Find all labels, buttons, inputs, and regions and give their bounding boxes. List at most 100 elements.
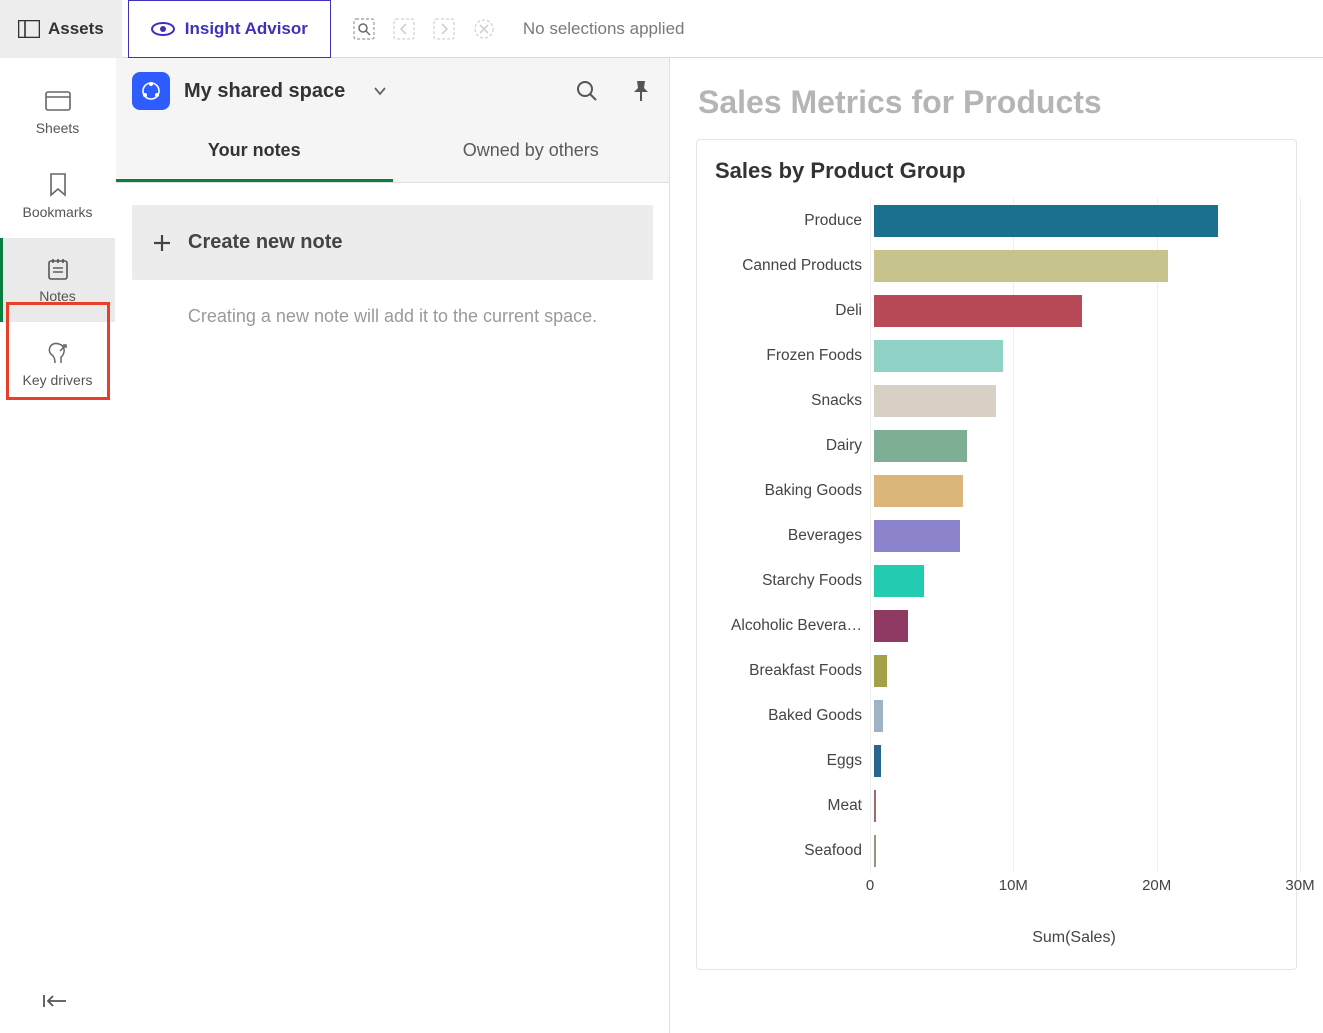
panel-body: Create new note Creating a new note will…	[116, 183, 669, 1033]
category-label: Dairy	[719, 437, 864, 455]
rail-item-label: Bookmarks	[22, 204, 92, 220]
x-axis-label: Sum(Sales)	[870, 929, 1278, 947]
bar[interactable]	[874, 430, 967, 462]
asset-rail: Sheets Bookmarks Notes Key drivers	[0, 58, 116, 1033]
category-label: Alcoholic Bevera…	[719, 617, 864, 635]
bar[interactable]	[874, 295, 1082, 327]
panel-header: My shared space	[116, 58, 669, 116]
bar-area	[874, 288, 1278, 333]
tab-your-notes[interactable]: Your notes	[116, 116, 393, 182]
x-tick: 0	[866, 877, 874, 894]
collapse-rail-button[interactable]	[40, 991, 68, 1011]
tab-owned-by-others[interactable]: Owned by others	[393, 116, 670, 182]
chevron-down-icon	[373, 86, 387, 96]
bar-area	[874, 243, 1278, 288]
bar[interactable]	[874, 565, 924, 597]
bar[interactable]	[874, 655, 887, 687]
bar[interactable]	[874, 205, 1218, 237]
rail-item-label: Key drivers	[22, 372, 92, 388]
bar-area	[874, 603, 1278, 648]
page-title: Sales Metrics for Products	[698, 84, 1297, 121]
no-selections-label: No selections applied	[523, 19, 685, 39]
bar[interactable]	[874, 790, 876, 822]
insight-advisor-button[interactable]: Insight Advisor	[128, 0, 331, 58]
x-tick: 30M	[1285, 877, 1314, 894]
bar[interactable]	[874, 520, 960, 552]
space-avatar	[132, 72, 170, 110]
bar[interactable]	[874, 250, 1168, 282]
insight-icon	[151, 20, 175, 38]
bar-area	[874, 198, 1278, 243]
rail-item-label: Notes	[39, 288, 76, 304]
bar-area	[874, 648, 1278, 693]
space-name: My shared space	[184, 80, 345, 103]
assets-button[interactable]: Assets	[0, 0, 122, 58]
bar-area	[874, 828, 1278, 873]
bar-area	[874, 693, 1278, 738]
bar[interactable]	[874, 745, 881, 777]
create-note-label: Create new note	[188, 231, 342, 254]
step-forward-icon	[433, 18, 455, 40]
chart-row: Baked Goods	[719, 693, 1278, 738]
bar-area	[874, 378, 1278, 423]
category-label: Baking Goods	[719, 482, 864, 500]
bar[interactable]	[874, 835, 876, 867]
category-label: Snacks	[719, 392, 864, 410]
bar-area	[874, 783, 1278, 828]
plus-icon	[152, 233, 172, 253]
panel-search-button[interactable]	[575, 79, 599, 103]
notes-panel: My shared space Your notes Owned by othe…	[116, 58, 670, 1033]
category-label: Breakfast Foods	[719, 662, 864, 680]
notes-icon	[45, 256, 71, 282]
bar[interactable]	[874, 700, 883, 732]
chart-row: Seafood	[719, 828, 1278, 873]
rail-item-label: Sheets	[36, 120, 80, 136]
top-toolbar: Assets Insight Advisor No selections app…	[0, 0, 1323, 58]
sheet-content: Sales Metrics for Products Sales by Prod…	[670, 58, 1323, 1033]
category-label: Produce	[719, 212, 864, 230]
smart-search-icon[interactable]	[353, 18, 375, 40]
selection-tools: No selections applied	[353, 18, 685, 40]
x-tick: 20M	[1142, 877, 1171, 894]
chart-row: Canned Products	[719, 243, 1278, 288]
panel-hint: Creating a new note will add it to the c…	[132, 306, 653, 327]
space-dropdown[interactable]	[373, 86, 387, 96]
clear-selections-icon	[473, 18, 495, 40]
chart-card[interactable]: Sales by Product Group Produce Canned Pro…	[696, 139, 1297, 970]
chart-row: Starchy Foods	[719, 558, 1278, 603]
category-label: Canned Products	[719, 257, 864, 275]
gridline	[1300, 198, 1301, 873]
panel-tabs: Your notes Owned by others	[116, 116, 669, 183]
create-note-button[interactable]: Create new note	[132, 205, 653, 280]
key-drivers-icon	[45, 340, 71, 366]
x-tick: 10M	[999, 877, 1028, 894]
panel-icon	[18, 20, 40, 38]
chart-row: Snacks	[719, 378, 1278, 423]
bar[interactable]	[874, 610, 908, 642]
chart-row: Dairy	[719, 423, 1278, 468]
category-label: Eggs	[719, 752, 864, 770]
category-label: Starchy Foods	[719, 572, 864, 590]
assets-label: Assets	[48, 19, 104, 39]
chart-row: Deli	[719, 288, 1278, 333]
chart-row: Meat	[719, 783, 1278, 828]
search-icon	[575, 79, 599, 103]
bar[interactable]	[874, 475, 963, 507]
bar[interactable]	[874, 385, 996, 417]
rail-item-key-drivers[interactable]: Key drivers	[0, 322, 115, 406]
tab-label: Your notes	[208, 140, 301, 160]
rail-item-bookmarks[interactable]: Bookmarks	[0, 154, 115, 238]
chart-title: Sales by Product Group	[715, 158, 1278, 184]
bookmark-icon	[45, 172, 71, 198]
chart-row: Baking Goods	[719, 468, 1278, 513]
bar[interactable]	[874, 340, 1003, 372]
sheets-icon	[45, 88, 71, 114]
rail-item-sheets[interactable]: Sheets	[0, 70, 115, 154]
panel-pin-button[interactable]	[631, 80, 651, 102]
category-label: Meat	[719, 797, 864, 815]
pin-icon	[631, 80, 651, 102]
category-label: Baked Goods	[719, 707, 864, 725]
bar-area	[874, 738, 1278, 783]
rail-item-notes[interactable]: Notes	[0, 238, 115, 322]
category-label: Beverages	[719, 527, 864, 545]
